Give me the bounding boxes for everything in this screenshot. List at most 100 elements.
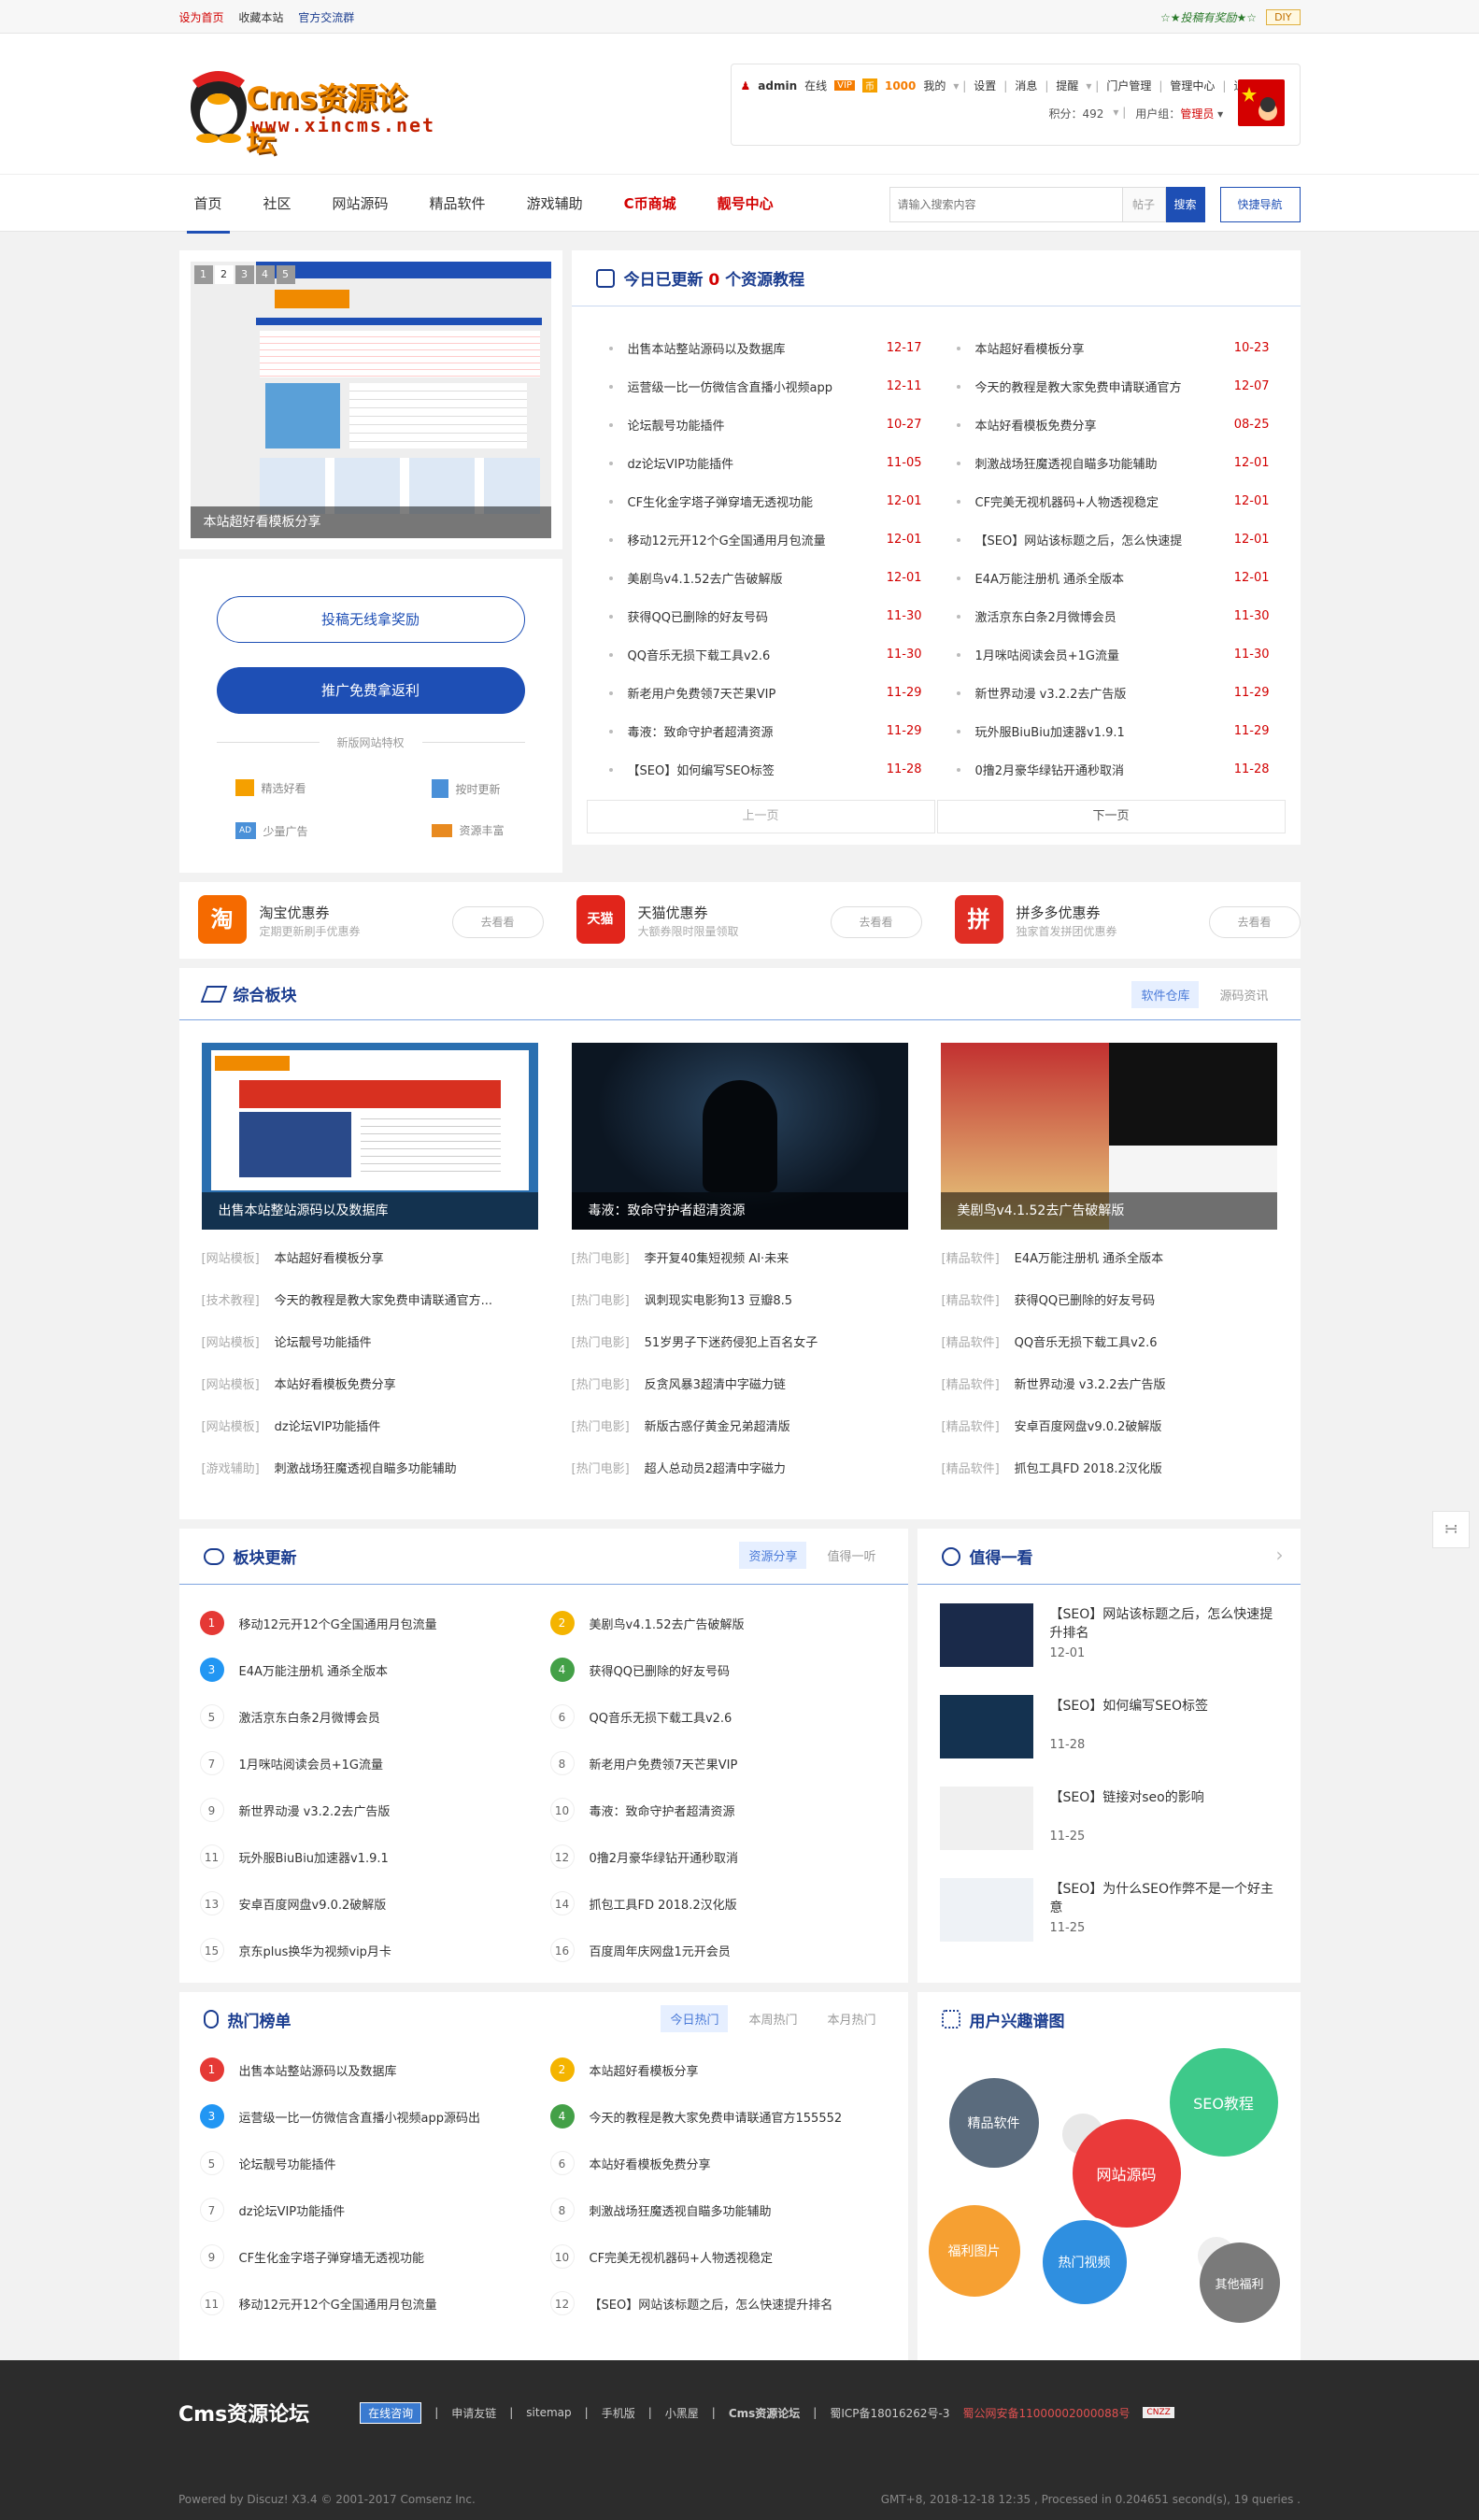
ranked-item[interactable]: 8 新老用户免费领7天芒果VIP (549, 1751, 738, 1775)
zonghe-item[interactable]: [网站模板] 本站好看模板免费分享 (202, 1374, 548, 1392)
ranked-item[interactable]: 4 今天的教程是教大家免费申请联通官方155552 (549, 2104, 843, 2128)
zonghe-item[interactable]: [网站模板] 本站超好看模板分享 (202, 1248, 548, 1266)
zonghe-item-category[interactable]: [网站模板] (202, 1252, 260, 1266)
today-item-title[interactable]: 0撸2月豪华绿钻开通秒取消 (975, 761, 1234, 778)
today-item[interactable]: 新老用户免费领7天芒果VIP 11-29 (608, 674, 922, 712)
ranked-item-title[interactable]: 移动12元开12个G全国通用月包流量 (239, 1615, 437, 1632)
search-input[interactable] (889, 187, 1123, 222)
ranked-item-title[interactable]: 激活京东白条2月微博会员 (239, 1708, 380, 1726)
today-item[interactable]: 获得QQ已删除的好友号码 11-30 (608, 597, 922, 635)
ranked-item-title[interactable]: 安卓百度网盘v9.0.2破解版 (239, 1895, 387, 1913)
bubble-pics[interactable]: 福利图片 (928, 2205, 1020, 2297)
today-item[interactable]: 论坛靓号功能插件 10-27 (608, 406, 922, 444)
ranked-item[interactable]: 9 CF生化金字塔子弹穿墙无透视功能 (199, 2244, 425, 2269)
prev-page-button[interactable]: 上一页 (586, 800, 935, 833)
zonghe-item-title[interactable]: 讽刺现实电影狗13 豆瓣8.5 (645, 1294, 792, 1308)
slider-page-2[interactable]: 2 (214, 265, 234, 284)
ranked-item[interactable]: 11 玩外服BiuBiu加速器v1.9.1 (199, 1844, 389, 1869)
contribute-button[interactable]: 投稿无线拿奖励 (216, 596, 525, 643)
ranked-item-title[interactable]: CF生化金字塔子弹穿墙无透视功能 (239, 2248, 425, 2266)
tab-worth-listen[interactable]: 值得一听 (818, 1542, 885, 1569)
user-avatar[interactable] (1237, 79, 1285, 126)
ranked-item[interactable]: 8 刺激战场狂魔透视自瞄多功能辅助 (549, 2198, 772, 2222)
today-item[interactable]: 运营级一比一仿微信含直播小视频app 12-11 (608, 367, 922, 406)
footer-link-sitemap[interactable]: sitemap (526, 2406, 571, 2419)
slider-page-3[interactable]: 3 (235, 265, 254, 284)
zonghe-item-category[interactable]: [技术教程] (202, 1294, 260, 1308)
bubble-video[interactable]: 热门视频 (1038, 2216, 1131, 2308)
ranked-item-title[interactable]: 本站好看模板免费分享 (590, 2155, 711, 2172)
today-item[interactable]: 1月咪咕阅读会员+1G流量 11-30 (956, 635, 1270, 674)
today-item-title[interactable]: 玩外服BiuBiu加速器v1.9.1 (975, 722, 1234, 740)
ranked-item-title[interactable]: QQ音乐无损下载工具v2.6 (590, 1708, 732, 1726)
zonghe-item-title[interactable]: 抓包工具FD 2018.2汉化版 (1015, 1462, 1162, 1476)
zonghe-item-title[interactable]: 今天的教程是教大家免费申请联通官方... (275, 1294, 492, 1308)
zonghe-item-category[interactable]: [网站模板] (202, 1420, 260, 1434)
points-label[interactable]: 积分：492 (1049, 106, 1104, 121)
zhide-item-title[interactable]: 【SEO】为什么SEO作弊不是一个好主意 (1050, 1880, 1284, 1917)
ranked-item[interactable]: 16 百度周年庆网盘1元开会员 (549, 1938, 731, 1962)
username[interactable]: admin (758, 79, 797, 93)
next-page-button[interactable]: 下一页 (936, 800, 1286, 833)
seo-thumb-icon[interactable] (939, 1878, 1033, 1942)
today-item-title[interactable]: 毒液：致命守护者超清资源 (628, 722, 887, 740)
ranked-item-title[interactable]: 移动12元开12个G全国通用月包流量 (239, 2295, 437, 2313)
zonghe-item-title[interactable]: E4A万能注册机 通杀全版本 (1015, 1252, 1164, 1266)
zonghe-item[interactable]: [技术教程] 今天的教程是教大家免费申请联通官方... (202, 1290, 548, 1308)
user-link-my[interactable]: 我的 (923, 78, 946, 93)
today-item-title[interactable]: 【SEO】网站该标题之后，怎么快速提 (975, 531, 1234, 548)
coupon-go-button[interactable]: 去看看 (1208, 906, 1301, 938)
today-item-title[interactable]: CF完美无视机器码+人物透视稳定 (975, 492, 1234, 510)
tab-week-hot[interactable]: 本周热门 (739, 2005, 806, 2032)
ranked-item[interactable]: 7 dz论坛VIP功能插件 (199, 2198, 345, 2222)
ranked-item-title[interactable]: E4A万能注册机 通杀全版本 (239, 1661, 389, 1679)
cnzz-badge-icon[interactable]: CNZZ (1143, 2407, 1174, 2418)
today-item[interactable]: 本站好看模板免费分享 08-25 (956, 406, 1270, 444)
ranked-item[interactable]: 5 激活京东白条2月微博会员 (199, 1704, 380, 1729)
tab-today-hot[interactable]: 今日热门 (661, 2005, 729, 2032)
today-item[interactable]: 激活京东白条2月微博会员 11-30 (956, 597, 1270, 635)
group-link[interactable]: 官方交流群 (298, 11, 354, 24)
ranked-item-title[interactable]: 0撸2月豪华绿钻开通秒取消 (590, 1848, 739, 1866)
zhide-item-title[interactable]: 【SEO】网站该标题之后，怎么快速提升排名 (1050, 1605, 1284, 1643)
today-item[interactable]: CF生化金字塔子弹穿墙无透视功能 12-01 (608, 482, 922, 520)
today-item[interactable]: 移动12元开12个G全国通用月包流量 12-01 (608, 520, 922, 559)
today-item[interactable]: 0撸2月豪华绿钻开通秒取消 11-28 (956, 750, 1270, 789)
zonghe-item-category[interactable]: [游戏辅助] (202, 1462, 260, 1476)
quick-nav-button[interactable]: 快捷导航 (1219, 187, 1301, 222)
user-link-notices[interactable]: 提醒 (1056, 78, 1078, 93)
footer-logo[interactable]: Cms资源论坛 (178, 2398, 309, 2427)
ranked-item-title[interactable]: 1月咪咕阅读会员+1G流量 (239, 1755, 384, 1773)
zonghe-item[interactable]: [精品软件] E4A万能注册机 通杀全版本 (942, 1248, 1287, 1266)
ranked-item-title[interactable]: 百度周年庆网盘1元开会员 (590, 1942, 731, 1959)
ranked-item-title[interactable]: 玩外服BiuBiu加速器v1.9.1 (239, 1848, 389, 1866)
zonghe-item-category[interactable]: [热门电影] (572, 1294, 630, 1308)
ranked-item[interactable]: 3 E4A万能注册机 通杀全版本 (199, 1658, 389, 1682)
ranked-item[interactable]: 12 0撸2月豪华绿钻开通秒取消 (549, 1844, 739, 1869)
today-item-title[interactable]: 本站超好看模板分享 (975, 339, 1234, 357)
zonghe-item-title[interactable]: 论坛靓号功能插件 (275, 1336, 372, 1350)
ranked-item-title[interactable]: 今天的教程是教大家免费申请联通官方155552 (590, 2108, 843, 2126)
tab-resource-share[interactable]: 资源分享 (739, 1542, 807, 1569)
ranked-item-title[interactable]: 新老用户免费领7天芒果VIP (590, 1755, 738, 1773)
today-item[interactable]: 【SEO】网站该标题之后，怎么快速提 12-01 (956, 520, 1270, 559)
nav-item-number[interactable]: 靓号中心 (718, 175, 774, 233)
today-item[interactable]: dz论坛VIP功能插件 11-05 (608, 444, 922, 482)
ranked-item-title[interactable]: 本站超好看模板分享 (590, 2061, 699, 2079)
today-item-title[interactable]: CF生化金字塔子弹穿墙无透视功能 (628, 492, 887, 510)
today-item-title[interactable]: 1月咪咕阅读会员+1G流量 (975, 646, 1234, 663)
zonghe-item-title[interactable]: 刺激战场狂魔透视自瞄多功能辅助 (275, 1462, 457, 1476)
zonghe-item[interactable]: [游戏辅助] 刺激战场狂魔透视自瞄多功能辅助 (202, 1459, 548, 1476)
ranked-item[interactable]: 14 抓包工具FD 2018.2汉化版 (549, 1891, 737, 1915)
set-home-link[interactable]: 设为首页 (179, 11, 224, 24)
footer-link-mobile[interactable]: 手机版 (602, 2405, 635, 2421)
zonghe-item-title[interactable]: 获得QQ已删除的好友号码 (1015, 1294, 1155, 1308)
tab-software[interactable]: 软件仓库 (1131, 981, 1200, 1008)
today-item-title[interactable]: 刺激战场狂魔透视自瞄多功能辅助 (975, 454, 1234, 472)
coupon-name[interactable]: 天猫优惠券 (638, 903, 708, 922)
ranked-item-title[interactable]: 运营级一比一仿微信含直播小视频app源码出 (239, 2108, 480, 2126)
zonghe-item-category[interactable]: [热门电影] (572, 1420, 630, 1434)
zonghe-item[interactable]: [精品软件] 抓包工具FD 2018.2汉化版 (942, 1459, 1287, 1476)
zonghe-item[interactable]: [网站模板] 论坛靓号功能插件 (202, 1332, 548, 1350)
ranked-item[interactable]: 4 获得QQ已删除的好友号码 (549, 1658, 730, 1682)
